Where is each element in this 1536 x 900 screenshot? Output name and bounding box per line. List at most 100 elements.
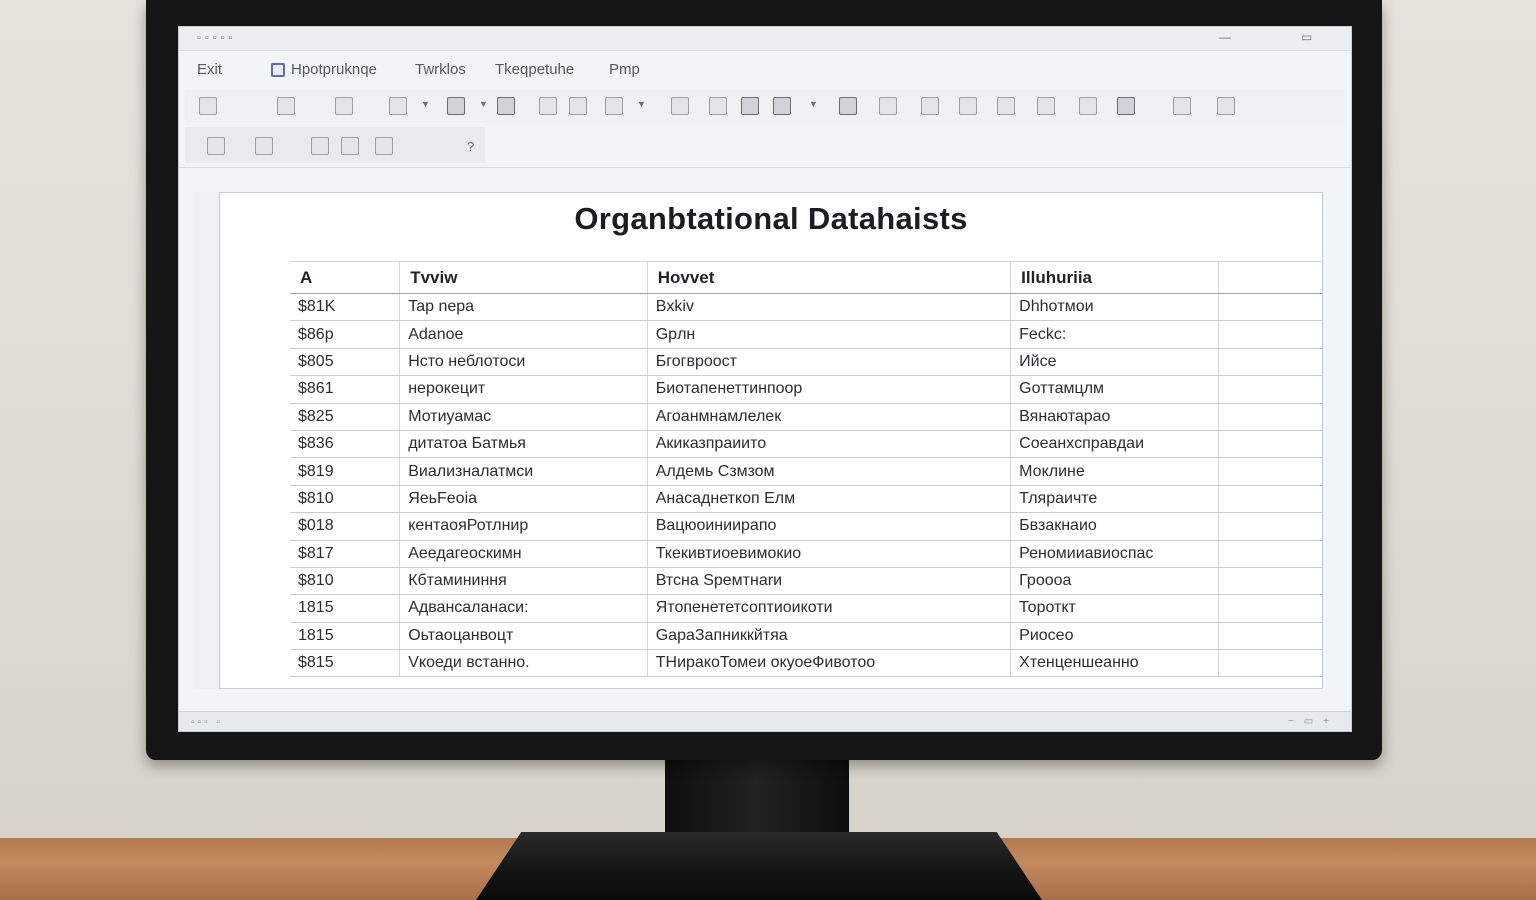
lock-icon[interactable] bbox=[311, 137, 329, 155]
table-cell[interactable]: Ятопенететсоптиоикоти bbox=[647, 594, 1012, 623]
table-cell[interactable]: Алдемь Сзмзом bbox=[647, 457, 1012, 486]
minimize-icon[interactable]: — bbox=[1219, 30, 1231, 44]
table-cell[interactable]: Bxkiv bbox=[647, 293, 1012, 322]
table-cell[interactable] bbox=[1218, 320, 1322, 349]
table-cell[interactable] bbox=[1218, 622, 1322, 651]
table-cell[interactable]: $825 bbox=[290, 403, 401, 431]
header-icon[interactable] bbox=[1037, 97, 1055, 115]
table-cell[interactable] bbox=[1218, 375, 1322, 404]
undo-icon[interactable] bbox=[207, 137, 225, 155]
table-cell[interactable]: 1815 bbox=[290, 594, 401, 623]
menu-item-options[interactable]: Tkeqpetuhe bbox=[495, 61, 574, 78]
help-button[interactable]: ? bbox=[467, 139, 474, 154]
list-icon[interactable] bbox=[1079, 97, 1097, 115]
menu-item-exit[interactable]: Exit bbox=[197, 61, 222, 78]
table-cell[interactable]: Анасаднеткоп Елм bbox=[647, 485, 1012, 514]
table-cell[interactable]: Tap nepa bbox=[399, 293, 648, 322]
insert-icon[interactable] bbox=[497, 97, 515, 115]
table-cell[interactable]: $817 bbox=[290, 540, 401, 568]
columns-icon[interactable] bbox=[741, 97, 759, 115]
table-cell[interactable]: Реномииавиоспас bbox=[1010, 540, 1219, 568]
table-cell[interactable]: Моклине bbox=[1010, 457, 1219, 486]
table-cell[interactable] bbox=[1218, 403, 1322, 431]
column-header[interactable]: A bbox=[290, 261, 401, 294]
table-cell[interactable]: $861 bbox=[290, 375, 401, 404]
chevron-down-icon[interactable]: ▼ bbox=[421, 99, 430, 109]
table-cell[interactable]: ЯеьFeoia bbox=[399, 485, 648, 514]
table-cell[interactable]: Аеедагеоскимн bbox=[399, 540, 648, 568]
table-cell[interactable]: $810 bbox=[290, 567, 401, 596]
redo-icon[interactable] bbox=[255, 137, 273, 155]
table-cell[interactable] bbox=[1218, 567, 1322, 596]
table-cell[interactable]: Нсто неблотоси bbox=[399, 348, 648, 377]
chevron-down-icon[interactable]: ▼ bbox=[637, 99, 646, 109]
table-cell[interactable]: Вянаютарао bbox=[1010, 403, 1219, 431]
column-header[interactable]: Hovvet bbox=[647, 261, 1012, 294]
table-cell[interactable]: Ийсе bbox=[1010, 348, 1219, 377]
column-header[interactable]: Tvviw bbox=[399, 261, 648, 294]
table-cell[interactable]: Бгогвроост bbox=[647, 348, 1012, 377]
table-cell[interactable]: Соеанхсправдаи bbox=[1010, 430, 1219, 459]
freeze-icon[interactable] bbox=[1117, 97, 1135, 115]
paste-icon[interactable] bbox=[277, 97, 295, 115]
cells-icon[interactable] bbox=[879, 97, 897, 115]
layout-icon[interactable] bbox=[839, 97, 857, 115]
chevron-down-icon[interactable]: ▼ bbox=[809, 99, 818, 109]
chevron-down-icon[interactable]: ▼ bbox=[479, 99, 488, 109]
zoom-controls[interactable]: −▭+ bbox=[1288, 716, 1339, 727]
table-cell[interactable]: Бвзакнаио bbox=[1010, 512, 1219, 541]
table-cell[interactable] bbox=[1218, 594, 1322, 623]
table-cell[interactable]: дитатоа Батмья bbox=[399, 430, 648, 459]
table-cell[interactable]: нерокецит bbox=[399, 375, 648, 404]
table-cell[interactable] bbox=[1218, 512, 1322, 541]
table-cell[interactable]: $81K bbox=[290, 293, 401, 322]
view-icon[interactable] bbox=[1173, 97, 1191, 115]
table-cell[interactable]: Vкоеди встанно. bbox=[399, 649, 648, 678]
table-cell[interactable] bbox=[1218, 430, 1322, 459]
grid-icon[interactable] bbox=[709, 97, 727, 115]
restore-icon[interactable]: ▭ bbox=[1301, 30, 1312, 44]
rows-icon[interactable] bbox=[773, 97, 791, 115]
image-icon[interactable] bbox=[671, 97, 689, 115]
filter-icon[interactable] bbox=[959, 97, 977, 115]
column-header[interactable]: Illuhuriia bbox=[1010, 261, 1219, 294]
table-cell[interactable]: кентаояРотлнир bbox=[399, 512, 648, 541]
table-cell[interactable] bbox=[1218, 348, 1322, 377]
table-cell[interactable]: Оьтаоцанвоцт bbox=[399, 622, 648, 651]
border-icon[interactable] bbox=[569, 97, 587, 115]
chart-icon[interactable] bbox=[997, 97, 1015, 115]
merge-icon[interactable] bbox=[605, 97, 623, 115]
table-cell[interactable]: $86p bbox=[290, 320, 401, 349]
table-cell[interactable]: $819 bbox=[290, 457, 401, 486]
print-icon[interactable] bbox=[375, 137, 393, 155]
bold-icon[interactable] bbox=[199, 97, 217, 115]
table-cell[interactable]: Dhhoтмои bbox=[1010, 293, 1219, 322]
table-cell[interactable]: Акиказпраиито bbox=[647, 430, 1012, 459]
table-cell[interactable]: Ткекивтиоевимокио bbox=[647, 540, 1012, 568]
table-cell[interactable]: $805 bbox=[290, 348, 401, 377]
table-cell[interactable]: 1815 bbox=[290, 622, 401, 651]
align-icon[interactable] bbox=[539, 97, 557, 115]
table-cell[interactable]: Виализналатмси bbox=[399, 457, 648, 486]
table-cell[interactable]: Агоанмнамлелек bbox=[647, 403, 1012, 431]
table-cell[interactable]: $018 bbox=[290, 512, 401, 541]
settings-icon[interactable] bbox=[1217, 97, 1235, 115]
table-cell[interactable]: $836 bbox=[290, 430, 401, 459]
table-cell[interactable]: Adanoe bbox=[399, 320, 648, 349]
table-cell[interactable] bbox=[1218, 293, 1322, 322]
table-cell[interactable]: Тороткт bbox=[1010, 594, 1219, 623]
table-cell[interactable]: Мотиуамас bbox=[399, 403, 648, 431]
table-cell[interactable]: $815 bbox=[290, 649, 401, 678]
table-cell[interactable]: Кбтамининня bbox=[399, 567, 648, 596]
table-cell[interactable]: Адвансаланаси: bbox=[399, 594, 648, 623]
menu-item-tools[interactable]: Twrklos bbox=[415, 61, 466, 78]
table-cell[interactable]: Хтенценшеанно bbox=[1010, 649, 1219, 678]
table-cell[interactable]: Гроооа bbox=[1010, 567, 1219, 596]
table-cell[interactable]: $810 bbox=[290, 485, 401, 514]
sort-icon[interactable] bbox=[921, 97, 939, 115]
table-cell[interactable]: Биотапенеттинпоор bbox=[647, 375, 1012, 404]
table-cell[interactable]: ТНиракоТомеи окуоеФивотоо bbox=[647, 649, 1012, 678]
table-cell[interactable] bbox=[1218, 540, 1322, 568]
table-cell[interactable]: Тляраичте bbox=[1010, 485, 1219, 514]
table-cell[interactable] bbox=[1218, 485, 1322, 514]
